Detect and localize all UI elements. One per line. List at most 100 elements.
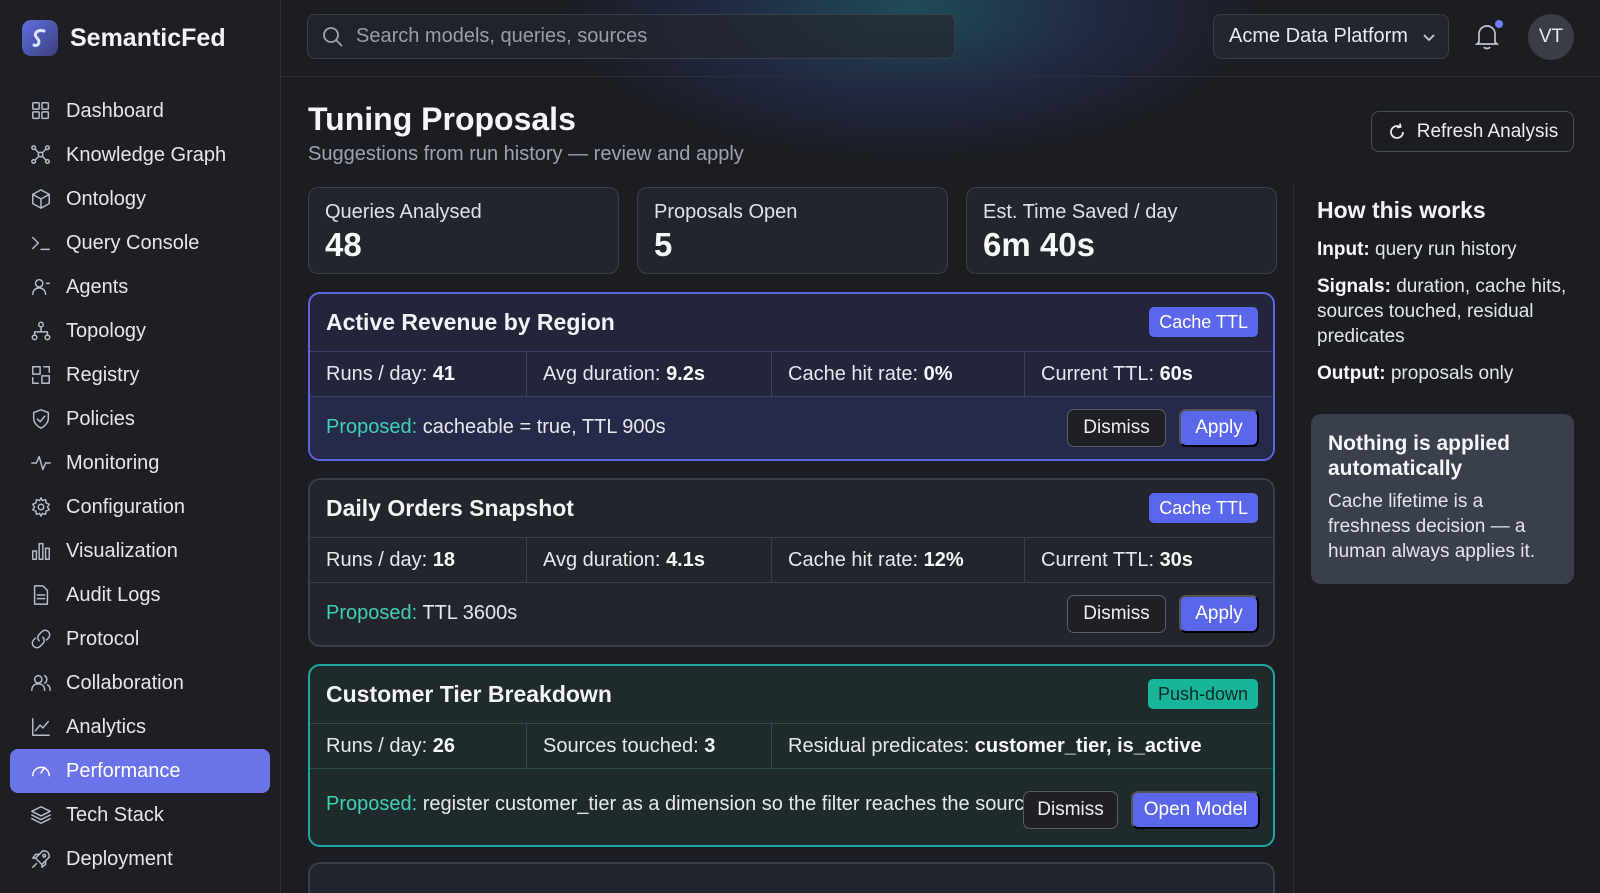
sidebar-item-ontology[interactable]: Ontology bbox=[10, 177, 270, 221]
metric-sources-touched: Sources touched: 3 bbox=[527, 724, 772, 768]
topbar: Search models, queries, sources Acme Dat… bbox=[281, 0, 1600, 77]
proposal-title: Active Revenue by Region bbox=[326, 309, 615, 335]
sidebar-item-label: Deployment bbox=[66, 847, 173, 870]
bar-chart-icon bbox=[30, 540, 52, 562]
sidebar-item-query-console[interactable]: Query Console bbox=[10, 221, 270, 265]
sidebar-item-topology[interactable]: Topology bbox=[10, 309, 270, 353]
stat-value: 5 bbox=[654, 226, 673, 263]
org-selector-label: Acme Data Platform bbox=[1229, 25, 1408, 47]
sidebar-item-monitoring[interactable]: Monitoring bbox=[10, 441, 270, 485]
proposal-card-next bbox=[308, 862, 1275, 893]
stat-value: 6m 40s bbox=[983, 226, 1095, 263]
search-icon bbox=[323, 26, 343, 47]
sidebar-item-audit-logs[interactable]: Audit Logs bbox=[10, 573, 270, 617]
proposal-row: Proposed: register customer_tier as a di… bbox=[310, 769, 1273, 845]
topology-icon bbox=[30, 320, 52, 342]
stat-queries-analysed: Queries Analysed 48 bbox=[308, 187, 619, 274]
sidebar-item-protocol[interactable]: Protocol bbox=[10, 617, 270, 661]
pulse-icon bbox=[30, 452, 52, 474]
refresh-analysis-button[interactable]: Refresh Analysis bbox=[1371, 111, 1574, 152]
proposal-card-active-revenue: Active Revenue by Region Cache TTL Runs … bbox=[308, 292, 1275, 461]
sidebar-item-deployment[interactable]: Deployment bbox=[10, 837, 270, 881]
refresh-analysis-label: Refresh Analysis bbox=[1416, 120, 1559, 142]
metric-avg-duration: Avg duration: 9.2s bbox=[527, 352, 772, 396]
stat-value: 48 bbox=[325, 226, 362, 263]
chevron-down-icon bbox=[1423, 33, 1435, 41]
graph-icon bbox=[30, 144, 52, 166]
sidebar-item-dashboard[interactable]: Dashboard bbox=[10, 89, 270, 133]
sidebar-item-collaboration[interactable]: Collaboration bbox=[10, 661, 270, 705]
proposal-text: Proposed: register customer_tier as a di… bbox=[326, 793, 1026, 815]
search-input[interactable]: Search models, queries, sources bbox=[307, 14, 955, 59]
document-icon bbox=[30, 584, 52, 606]
sidebar-item-knowledge-graph[interactable]: Knowledge Graph bbox=[10, 133, 270, 177]
sidebar-item-label: Configuration bbox=[66, 495, 185, 518]
apply-button[interactable]: Apply bbox=[1179, 595, 1259, 633]
sidebar-item-policies[interactable]: Policies bbox=[10, 397, 270, 441]
sidebar-item-label: Performance bbox=[66, 759, 181, 782]
metric-current-ttl: Current TTL: 30s bbox=[1041, 548, 1193, 571]
dismiss-button[interactable]: Dismiss bbox=[1023, 791, 1118, 829]
proposal-title: Daily Orders Snapshot bbox=[326, 495, 574, 521]
layers-icon bbox=[30, 804, 52, 826]
org-selector[interactable]: Acme Data Platform bbox=[1213, 14, 1449, 59]
note-title: Nothing is applied automatically bbox=[1328, 432, 1510, 480]
shield-icon bbox=[30, 408, 52, 430]
stat-label: Queries Analysed bbox=[325, 201, 482, 223]
refresh-icon bbox=[1389, 122, 1404, 139]
sidebar-item-visualization[interactable]: Visualization bbox=[10, 529, 270, 573]
sidebar-item-performance[interactable]: Performance bbox=[10, 749, 270, 793]
sidebar-item-label: Monitoring bbox=[66, 451, 160, 474]
note-body: Cache lifetime is a freshness decision —… bbox=[1328, 491, 1535, 562]
open-model-button[interactable]: Open Model bbox=[1131, 791, 1260, 829]
sidebar-item-tech-stack[interactable]: Tech Stack bbox=[10, 793, 270, 837]
avatar[interactable]: VT bbox=[1528, 14, 1574, 60]
cube-icon bbox=[30, 188, 52, 210]
how-input: Input: query run history bbox=[1317, 239, 1517, 260]
stat-time-saved: Est. Time Saved / day 6m 40s bbox=[966, 187, 1277, 274]
proposal-type-badge: Cache TTL bbox=[1149, 307, 1258, 337]
info-note: Nothing is applied automatically Cache l… bbox=[1311, 414, 1574, 584]
sidebar-item-label: Protocol bbox=[66, 627, 140, 650]
sidebar-item-agents[interactable]: Agents bbox=[10, 265, 270, 309]
terminal-icon bbox=[30, 232, 52, 254]
sidebar-item-label: Query Console bbox=[66, 231, 200, 254]
proposal-text: Proposed: TTL 3600s bbox=[326, 602, 518, 624]
users-icon bbox=[30, 672, 52, 694]
page-title: Tuning Proposals bbox=[308, 101, 576, 137]
notifications-button[interactable] bbox=[1474, 20, 1503, 52]
sidebar-item-label: Registry bbox=[66, 363, 140, 386]
dismiss-button[interactable]: Dismiss bbox=[1067, 409, 1166, 447]
stat-proposals-open: Proposals Open 5 bbox=[637, 187, 948, 274]
dismiss-button[interactable]: Dismiss bbox=[1067, 595, 1166, 633]
search-placeholder: Search models, queries, sources bbox=[356, 25, 648, 47]
sidebar-item-label: Audit Logs bbox=[66, 583, 161, 606]
sidebar-item-configuration[interactable]: Configuration bbox=[10, 485, 270, 529]
proposal-card-customer-tier: Customer Tier Breakdown Push-down Runs /… bbox=[308, 664, 1275, 847]
brand-name: SemanticFed bbox=[70, 23, 226, 52]
rocket-icon bbox=[30, 848, 52, 870]
how-signals: Signals: duration, cache hits, sources t… bbox=[1317, 276, 1567, 347]
metric-avg-duration: Avg duration: 4.1s bbox=[527, 538, 772, 582]
metric-runs: Runs / day: 18 bbox=[310, 538, 527, 582]
line-chart-icon bbox=[30, 716, 52, 738]
metric-cache-hit: Cache hit rate: 12% bbox=[772, 538, 1025, 582]
stat-label: Est. Time Saved / day bbox=[983, 201, 1178, 223]
sidebar: SemanticFed Dashboard Knowledge Graph Onto… bbox=[0, 0, 281, 893]
proposal-text: Proposed: cacheable = true, TTL 900s bbox=[326, 416, 666, 438]
metric-residual-predicates: Residual predicates: customer_tier, is_a… bbox=[788, 734, 1202, 757]
brand[interactable]: SemanticFed bbox=[22, 20, 226, 56]
registry-icon bbox=[30, 364, 52, 386]
sidebar-item-label: Dashboard bbox=[66, 99, 164, 122]
apply-button[interactable]: Apply bbox=[1179, 409, 1259, 447]
sidebar-item-analytics[interactable]: Analytics bbox=[10, 705, 270, 749]
proposal-type-badge: Cache TTL bbox=[1149, 493, 1258, 523]
metric-cache-hit: Cache hit rate: 0% bbox=[772, 352, 1025, 396]
proposal-row: Proposed: TTL 3600s Dismiss Apply bbox=[310, 583, 1273, 645]
sidebar-item-label: Analytics bbox=[66, 715, 147, 738]
metric-runs: Runs / day: 26 bbox=[310, 724, 527, 768]
sidebar-item-label: Topology bbox=[66, 319, 147, 342]
gauge-icon bbox=[30, 760, 52, 782]
sidebar-item-registry[interactable]: Registry bbox=[10, 353, 270, 397]
how-output: Output: proposals only bbox=[1317, 363, 1514, 384]
